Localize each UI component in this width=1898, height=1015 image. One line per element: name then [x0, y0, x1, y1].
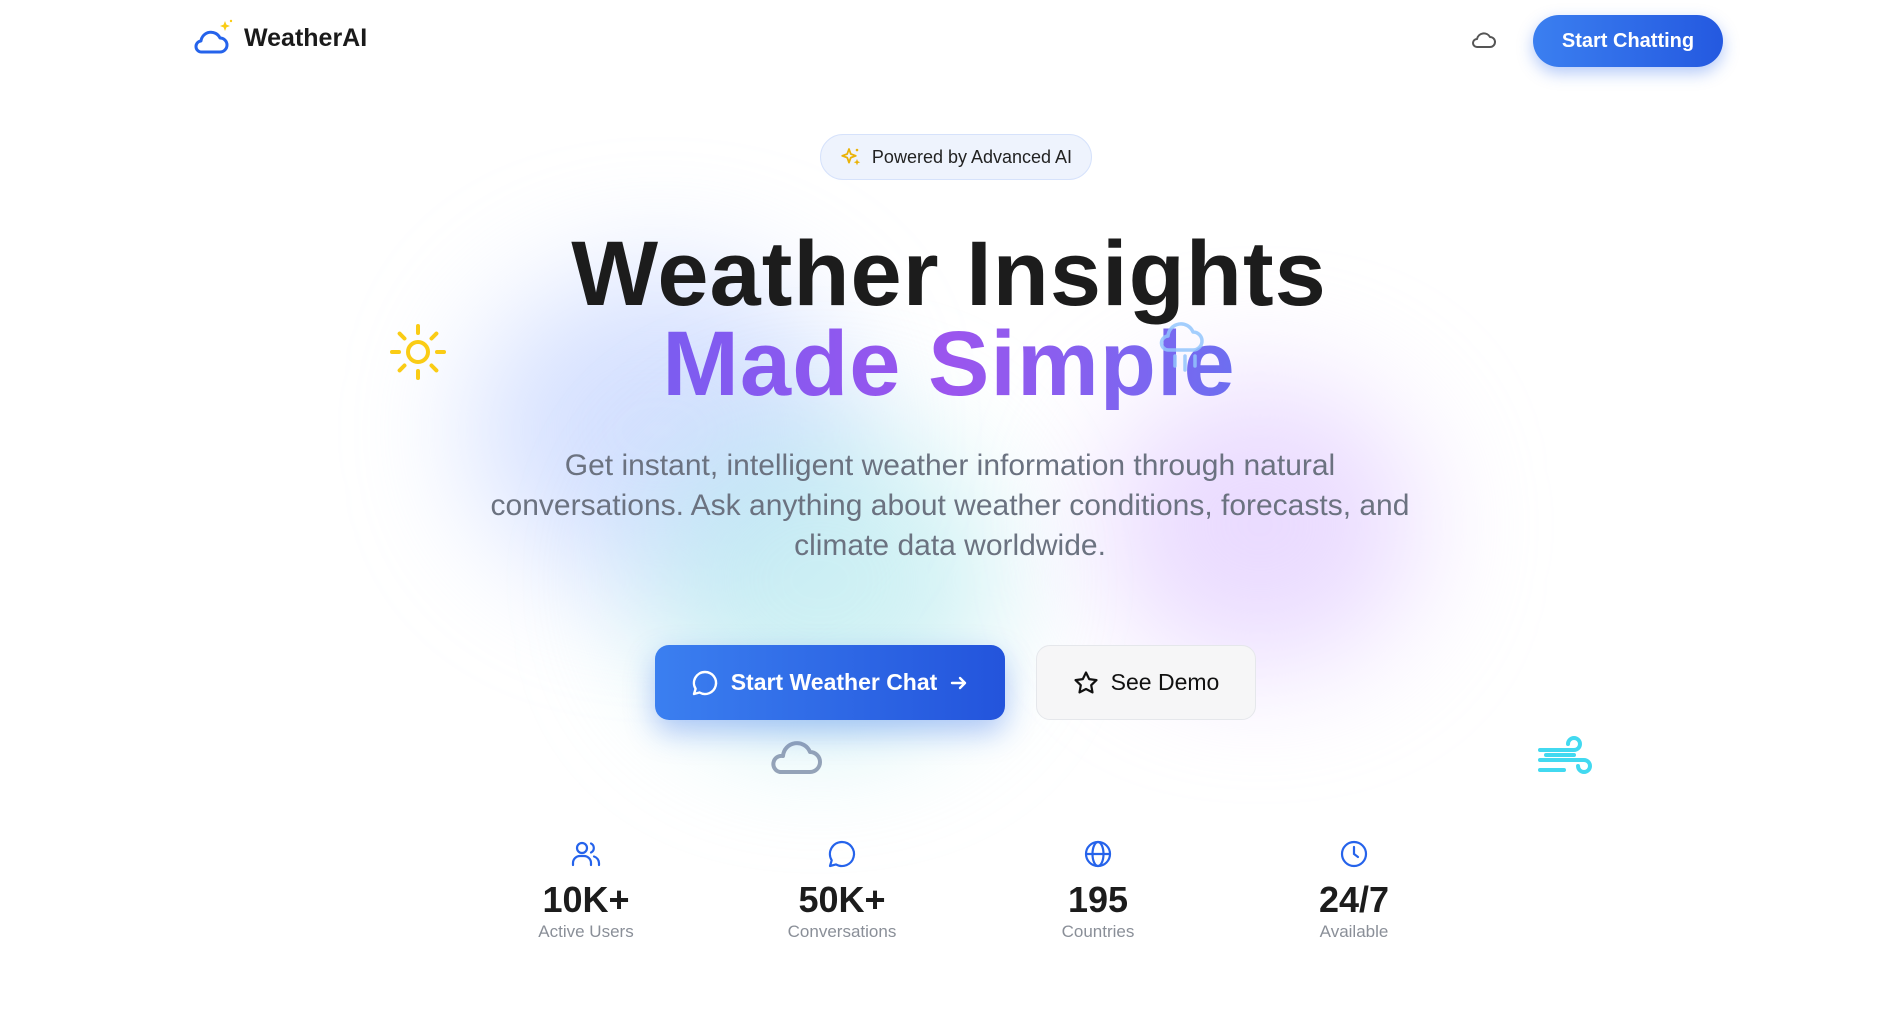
stat-label: Available — [1319, 922, 1389, 941]
rain-cloud-icon — [1159, 322, 1204, 372]
stats-row: 10K+ Active Users 50K+ Conversations 195… — [0, 838, 1898, 958]
cloud-icon — [771, 741, 822, 774]
badge-label: Powered by Advanced AI — [871, 146, 1073, 167]
start-chatting-button[interactable]: Start Chatting — [1533, 15, 1723, 67]
stat-label: Conversations — [787, 922, 897, 941]
start-weather-chat-button[interactable]: Start Weather Chat — [655, 645, 1005, 720]
brand-name: WeatherAI — [244, 23, 368, 52]
chat-icon — [828, 840, 856, 868]
stat-value: 10K+ — [542, 879, 630, 920]
sparkles-icon — [841, 148, 861, 166]
stat-conversations: 50K+ Conversations — [742, 838, 942, 942]
stat-value: 24/7 — [1318, 879, 1390, 920]
chat-bubble-icon — [692, 670, 717, 695]
clock-icon — [1340, 840, 1368, 868]
hero-subtitle: Get instant, intelligent weather informa… — [490, 449, 1410, 562]
hero-title-line1: Weather Insights — [571, 223, 1327, 325]
arrow-right-icon — [951, 676, 967, 689]
star-icon — [1074, 670, 1098, 693]
powered-by-badge: Powered by Advanced AI — [820, 134, 1092, 180]
hero-title-line2: Made Simple — [0, 318, 1898, 410]
stat-label: Active Users — [538, 922, 634, 941]
stat-label: Countries — [1061, 922, 1135, 941]
logo[interactable]: WeatherAI — [192, 18, 367, 58]
stat-active-users: 10K+ Active Users — [486, 838, 686, 942]
see-demo-button[interactable]: See Demo — [1036, 645, 1256, 720]
start-weather-chat-label: Start Weather Chat — [730, 669, 938, 695]
globe-icon — [1084, 840, 1112, 868]
stat-countries: 195 Countries — [998, 838, 1198, 942]
cloud-icon[interactable] — [1470, 30, 1498, 52]
stat-available: 24/7 Available — [1254, 838, 1454, 942]
see-demo-label: See Demo — [1110, 669, 1220, 695]
stat-value: 195 — [1067, 879, 1129, 920]
users-icon — [571, 841, 601, 867]
sun-icon — [390, 324, 446, 380]
wind-icon — [1538, 736, 1592, 774]
top-nav: WeatherAI Start Chatting — [0, 0, 1898, 84]
cloud-sparkle-logo-icon — [192, 18, 234, 58]
stat-value: 50K+ — [798, 879, 886, 920]
